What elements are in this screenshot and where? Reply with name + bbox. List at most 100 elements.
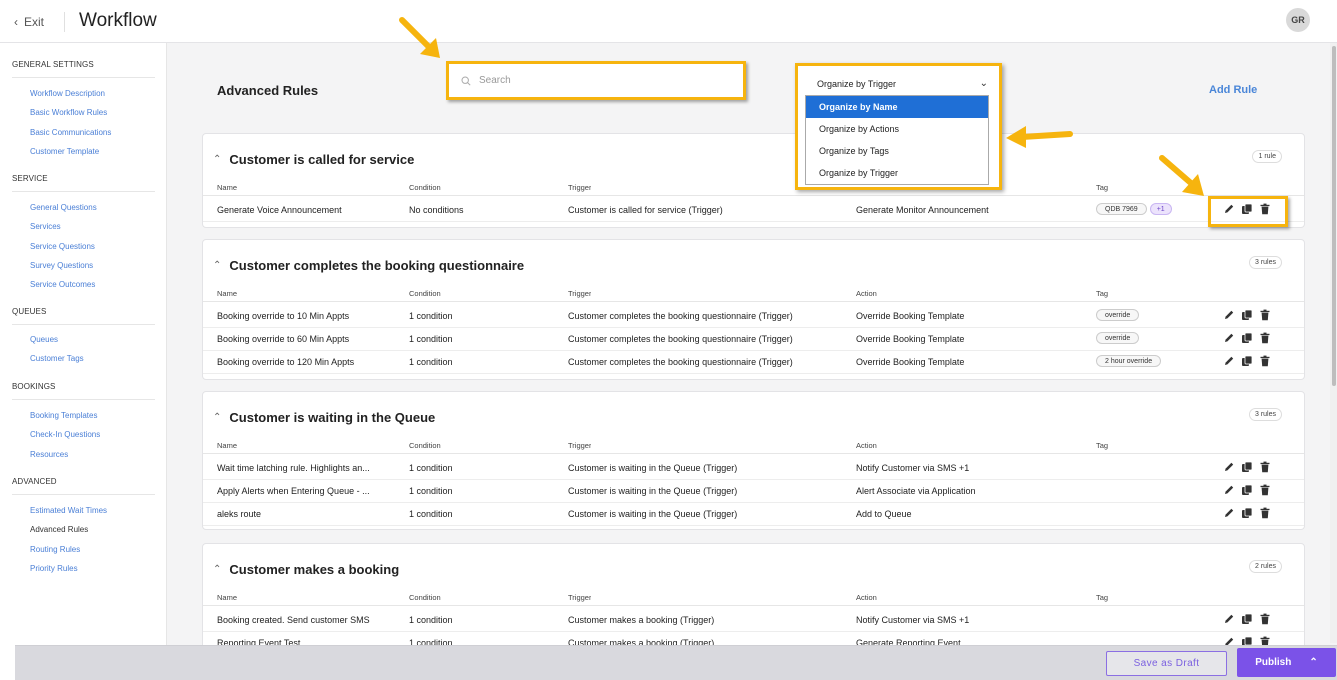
- delete-icon[interactable]: [1259, 484, 1271, 498]
- rule-name[interactable]: Booking override to 60 Min Appts: [217, 334, 402, 344]
- sidebar-item-customer-tags[interactable]: Customer Tags: [30, 354, 84, 363]
- rule-name[interactable]: aleks route: [217, 509, 402, 519]
- tag-pill: QDB 7969: [1096, 203, 1147, 215]
- column-header-name: Name: [217, 441, 238, 450]
- delete-icon[interactable]: [1259, 461, 1271, 475]
- extra-tags-badge[interactable]: +1: [1149, 203, 1172, 215]
- sidebar-item-queues[interactable]: Queues: [30, 335, 58, 344]
- sidebar-item-customer-template[interactable]: Customer Template: [30, 147, 99, 156]
- column-header-tag: Tag: [1096, 183, 1109, 192]
- rule-name[interactable]: Generate Voice Announcement: [217, 205, 402, 215]
- row-actions: [1223, 355, 1271, 369]
- table-row[interactable]: Wait time latching rule. Highlights an..…: [203, 457, 1304, 480]
- rule-condition: 1 condition: [409, 615, 453, 625]
- delete-icon[interactable]: [1259, 507, 1271, 521]
- publish-button[interactable]: Publish ⌃: [1237, 648, 1336, 677]
- rule-trigger: Customer completes the booking questionn…: [568, 311, 793, 321]
- rule-name[interactable]: Booking override to 10 Min Appts: [217, 311, 402, 321]
- chevron-up-icon[interactable]: ⌃: [213, 412, 221, 423]
- edit-icon[interactable]: [1223, 332, 1235, 346]
- edit-icon[interactable]: [1223, 507, 1235, 521]
- table-row[interactable]: Booking override to 10 Min Appts 1 condit…: [203, 305, 1304, 328]
- delete-icon[interactable]: [1259, 309, 1271, 323]
- rule-group-card: ⌃ Customer completes the booking question…: [202, 239, 1305, 380]
- rule-name[interactable]: Booking override to 120 Min Appts: [217, 357, 402, 367]
- rule-tags: override: [1096, 332, 1140, 344]
- tag-pill: 2 hour override: [1096, 355, 1162, 367]
- sidebar-item-priority-rules[interactable]: Priority Rules: [30, 564, 78, 573]
- duplicate-icon[interactable]: [1241, 355, 1253, 369]
- organize-selected-value: Organize by Trigger: [817, 79, 897, 89]
- avatar[interactable]: GR: [1286, 8, 1310, 32]
- sidebar-item-workflow-description[interactable]: Workflow Description: [30, 89, 105, 98]
- rule-group-title: Customer is waiting in the Queue: [229, 410, 436, 425]
- column-header-name: Name: [217, 289, 238, 298]
- sidebar-item-resources[interactable]: Resources: [30, 450, 68, 459]
- sidebar-item-advanced-rules[interactable]: Advanced Rules: [30, 525, 88, 534]
- duplicate-icon[interactable]: [1241, 613, 1253, 627]
- sidebar-divider: [12, 399, 155, 400]
- sidebar-item-routing-rules[interactable]: Routing Rules: [30, 545, 80, 554]
- sidebar-item-service-questions[interactable]: Service Questions: [30, 242, 95, 251]
- sidebar-item-general-questions[interactable]: General Questions: [30, 203, 97, 212]
- sidebar-item-survey-questions[interactable]: Survey Questions: [30, 261, 93, 270]
- edit-icon[interactable]: [1223, 484, 1235, 498]
- rule-name[interactable]: Wait time latching rule. Highlights an..…: [217, 463, 402, 473]
- rule-count-badge: 1 rule: [1252, 150, 1282, 163]
- duplicate-icon[interactable]: [1241, 461, 1253, 475]
- sidebar-item-service-outcomes[interactable]: Service Outcomes: [30, 280, 95, 289]
- add-rule-button[interactable]: Add Rule: [1209, 84, 1257, 96]
- exit-label: Exit: [24, 15, 45, 29]
- sidebar-item-services[interactable]: Services: [30, 222, 61, 231]
- edit-icon[interactable]: [1223, 461, 1235, 475]
- organize-option[interactable]: Organize by Actions: [806, 118, 988, 140]
- sidebar-item-basic-communications[interactable]: Basic Communications: [30, 128, 111, 137]
- sidebar-item-estimated-wait-times[interactable]: Estimated Wait Times: [30, 506, 107, 515]
- column-header-trigger: Trigger: [568, 183, 592, 192]
- table-row[interactable]: Apply Alerts when Entering Queue - ... 1 …: [203, 480, 1304, 503]
- column-header-trigger: Trigger: [568, 289, 592, 298]
- edit-icon[interactable]: [1223, 309, 1235, 323]
- rule-group-title: Customer is called for service: [229, 152, 415, 167]
- sidebar-section-label: ADVANCED: [12, 477, 57, 486]
- row-actions: [1223, 309, 1271, 323]
- save-as-draft-button[interactable]: Save as Draft: [1106, 651, 1227, 676]
- rule-count-badge: 2 rules: [1248, 560, 1282, 573]
- rule-group-card: ⌃ Customer is called for service 1 rule Nam…: [202, 133, 1305, 228]
- sidebar-item-basic-workflow-rules[interactable]: Basic Workflow Rules: [30, 108, 107, 117]
- delete-icon[interactable]: [1259, 613, 1271, 627]
- chevron-up-icon[interactable]: ⌃: [213, 260, 221, 271]
- scrollbar-thumb[interactable]: [1332, 46, 1336, 386]
- delete-icon[interactable]: [1259, 355, 1271, 369]
- table-row[interactable]: Booking override to 120 Min Appts 1 condi…: [203, 351, 1304, 374]
- edit-icon[interactable]: [1223, 613, 1235, 627]
- chevron-up-icon[interactable]: ⌃: [213, 564, 221, 575]
- duplicate-icon[interactable]: [1241, 507, 1253, 521]
- organize-select[interactable]: Organize by Trigger ⌄: [805, 74, 992, 94]
- exit-button[interactable]: ‹ Exit: [14, 15, 44, 29]
- rule-name[interactable]: Apply Alerts when Entering Queue - ...: [217, 486, 402, 496]
- chevron-up-icon[interactable]: ⌃: [213, 154, 221, 165]
- organize-option[interactable]: Organize by Trigger: [806, 162, 988, 184]
- organize-option[interactable]: Organize by Tags: [806, 140, 988, 162]
- duplicate-icon[interactable]: [1241, 484, 1253, 498]
- delete-icon[interactable]: [1259, 332, 1271, 346]
- sidebar-item-check-in-questions[interactable]: Check-In Questions: [30, 430, 100, 439]
- top-bar: ‹ Exit Workflow GR: [0, 0, 1337, 43]
- sidebar-item-booking-templates[interactable]: Booking Templates: [30, 411, 97, 420]
- edit-icon[interactable]: [1223, 355, 1235, 369]
- organize-option[interactable]: Organize by Name: [806, 96, 988, 118]
- duplicate-icon[interactable]: [1241, 309, 1253, 323]
- rule-name[interactable]: Booking created. Send customer SMS: [217, 615, 402, 625]
- search-input[interactable]: [479, 75, 719, 86]
- sidebar-divider: [12, 191, 155, 192]
- table-row[interactable]: Booking created. Send customer SMS 1 cond…: [203, 609, 1304, 632]
- rule-tags: override: [1096, 309, 1140, 321]
- annotation-arrow-actions: [1159, 155, 1204, 196]
- duplicate-icon[interactable]: [1241, 332, 1253, 346]
- sidebar-divider: [12, 77, 155, 78]
- table-row[interactable]: aleks route 1 condition Customer is waitin…: [203, 503, 1304, 526]
- actions-highlight: [1208, 196, 1288, 227]
- table-row[interactable]: Generate Voice Announcement No conditions…: [203, 199, 1304, 222]
- table-row[interactable]: Booking override to 60 Min Appts 1 condit…: [203, 328, 1304, 351]
